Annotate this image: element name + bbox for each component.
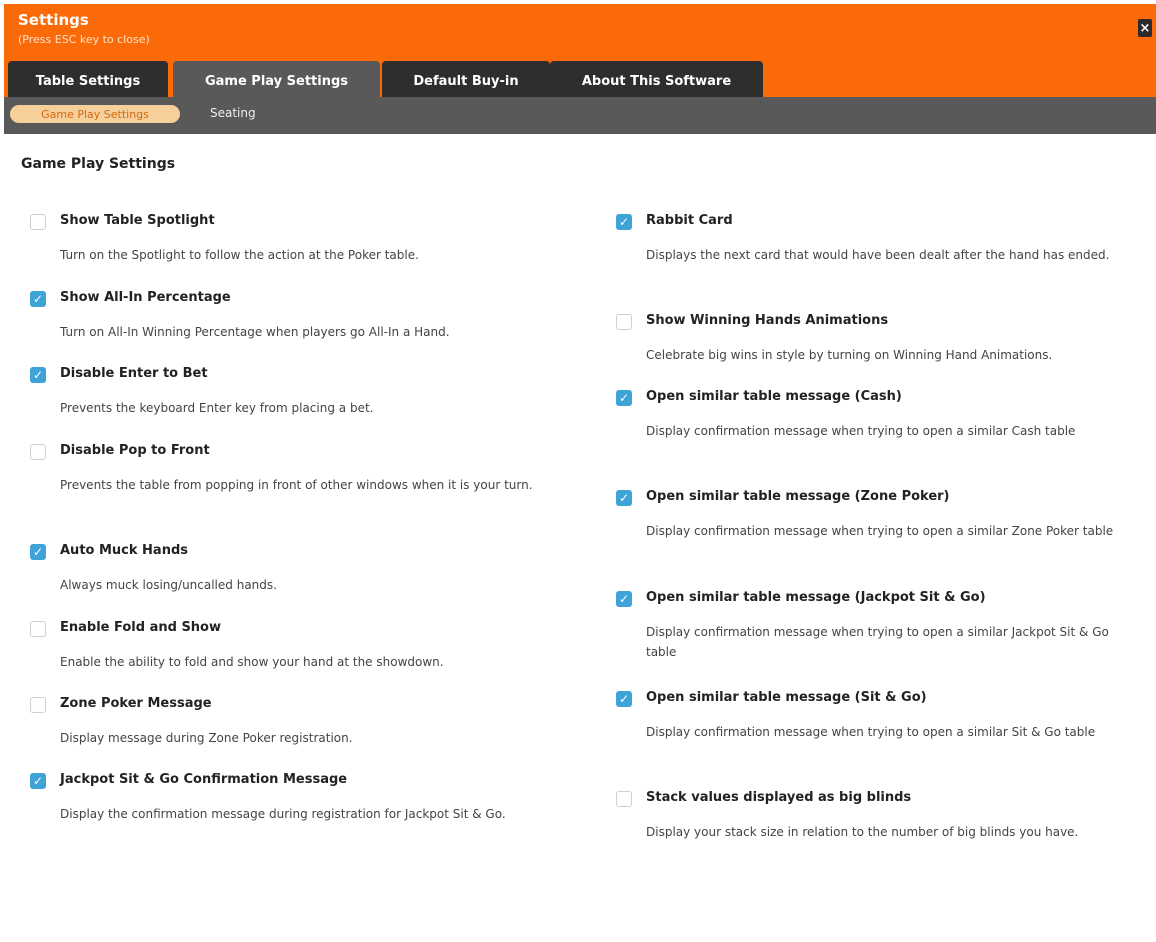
setting-label: Rabbit Card <box>646 213 733 228</box>
window-subtitle: (Press ESC key to close) <box>18 33 150 46</box>
checkbox-show-winning-hands-animations[interactable] <box>616 314 632 330</box>
checkmark-icon: ✓ <box>32 545 44 559</box>
setting-label: Show All-In Percentage <box>60 290 231 305</box>
setting-label: Disable Enter to Bet <box>60 366 208 381</box>
setting-label: Jackpot Sit & Go Confirmation Message <box>60 772 348 787</box>
checkmark-icon: ✓ <box>32 292 44 306</box>
checkbox-stack-values-big-blinds[interactable] <box>616 791 632 807</box>
setting-description: Turn on the Spotlight to follow the acti… <box>60 248 419 262</box>
subtab-game-play-settings[interactable]: Game Play Settings <box>10 105 180 123</box>
setting-label: Show Winning Hands Animations <box>646 313 889 328</box>
setting-description: Display confirmation message when trying… <box>646 424 1076 438</box>
setting-description: Enable the ability to fold and show your… <box>60 655 444 669</box>
setting-description: Display message during Zone Poker regist… <box>60 731 353 745</box>
checkmark-icon: ✓ <box>618 215 630 229</box>
setting-description: Prevents the keyboard Enter key from pla… <box>60 401 374 415</box>
window-title: Settings <box>18 11 89 29</box>
checkbox-enable-fold-and-show[interactable] <box>30 621 46 637</box>
setting-label: Zone Poker Message <box>60 696 212 711</box>
section-title: Game Play Settings <box>21 156 176 172</box>
subtab-seating[interactable]: Seating <box>210 106 256 120</box>
checkmark-icon: ✓ <box>618 692 630 706</box>
setting-label: Open similar table message (Sit & Go) <box>646 690 927 705</box>
close-icon[interactable]: × <box>1138 19 1152 37</box>
checkbox-zone-poker-message[interactable] <box>30 697 46 713</box>
setting-description: Celebrate big wins in style by turning o… <box>646 348 1053 362</box>
checkmark-icon: ✓ <box>32 368 44 382</box>
tab-default-buy-in[interactable]: Default Buy-in <box>382 61 550 101</box>
setting-label: Auto Muck Hands <box>60 543 189 558</box>
tab-table-settings[interactable]: Table Settings <box>8 61 168 101</box>
setting-description: Displays the next card that would have b… <box>646 248 1110 262</box>
setting-description: Always muck losing/uncalled hands. <box>60 578 277 592</box>
setting-label: Open similar table message (Zone Poker) <box>646 489 950 504</box>
setting-label: Stack values displayed as big blinds <box>646 790 912 805</box>
checkbox-disable-enter-to-bet[interactable]: ✓ <box>30 367 46 383</box>
checkmark-icon: ✓ <box>618 391 630 405</box>
checkbox-auto-muck-hands[interactable]: ✓ <box>30 544 46 560</box>
setting-description: Display the confirmation message during … <box>60 807 506 821</box>
checkbox-show-table-spotlight[interactable] <box>30 214 46 230</box>
tab-about-this-software[interactable]: About This Software <box>550 61 763 101</box>
checkbox-rabbit-card[interactable]: ✓ <box>616 214 632 230</box>
setting-description: Prevents the table from popping in front… <box>60 478 533 492</box>
checkbox-open-similar-sit-go[interactable]: ✓ <box>616 691 632 707</box>
setting-label: Enable Fold and Show <box>60 620 222 635</box>
setting-label: Show Table Spotlight <box>60 213 215 228</box>
checkbox-open-similar-zone-poker[interactable]: ✓ <box>616 490 632 506</box>
settings-header: Settings (Press ESC key to close) × Tabl… <box>4 4 1156 102</box>
checkmark-icon: ✓ <box>618 592 630 606</box>
setting-description: Display confirmation message when trying… <box>646 625 1109 659</box>
checkbox-open-similar-jackpot-sit-go[interactable]: ✓ <box>616 591 632 607</box>
checkbox-open-similar-cash[interactable]: ✓ <box>616 390 632 406</box>
tab-game-play-settings[interactable]: Game Play Settings <box>173 61 380 102</box>
setting-label: Open similar table message (Cash) <box>646 389 902 404</box>
checkmark-icon: ✓ <box>618 491 630 505</box>
checkmark-icon: ✓ <box>32 774 44 788</box>
setting-description: Display confirmation message when trying… <box>646 725 1096 739</box>
checkbox-disable-pop-to-front[interactable] <box>30 444 46 460</box>
setting-label: Disable Pop to Front <box>60 443 210 458</box>
checkbox-show-all-in-percentage[interactable]: ✓ <box>30 291 46 307</box>
setting-description: Display your stack size in relation to t… <box>646 825 1079 839</box>
setting-description: Turn on All-In Winning Percentage when p… <box>60 325 450 339</box>
setting-description: Display confirmation message when trying… <box>646 524 1114 538</box>
subtab-bar: Game Play Settings Seating <box>4 97 1156 134</box>
checkbox-jackpot-sit-go-confirmation[interactable]: ✓ <box>30 773 46 789</box>
setting-label: Open similar table message (Jackpot Sit … <box>646 590 986 605</box>
